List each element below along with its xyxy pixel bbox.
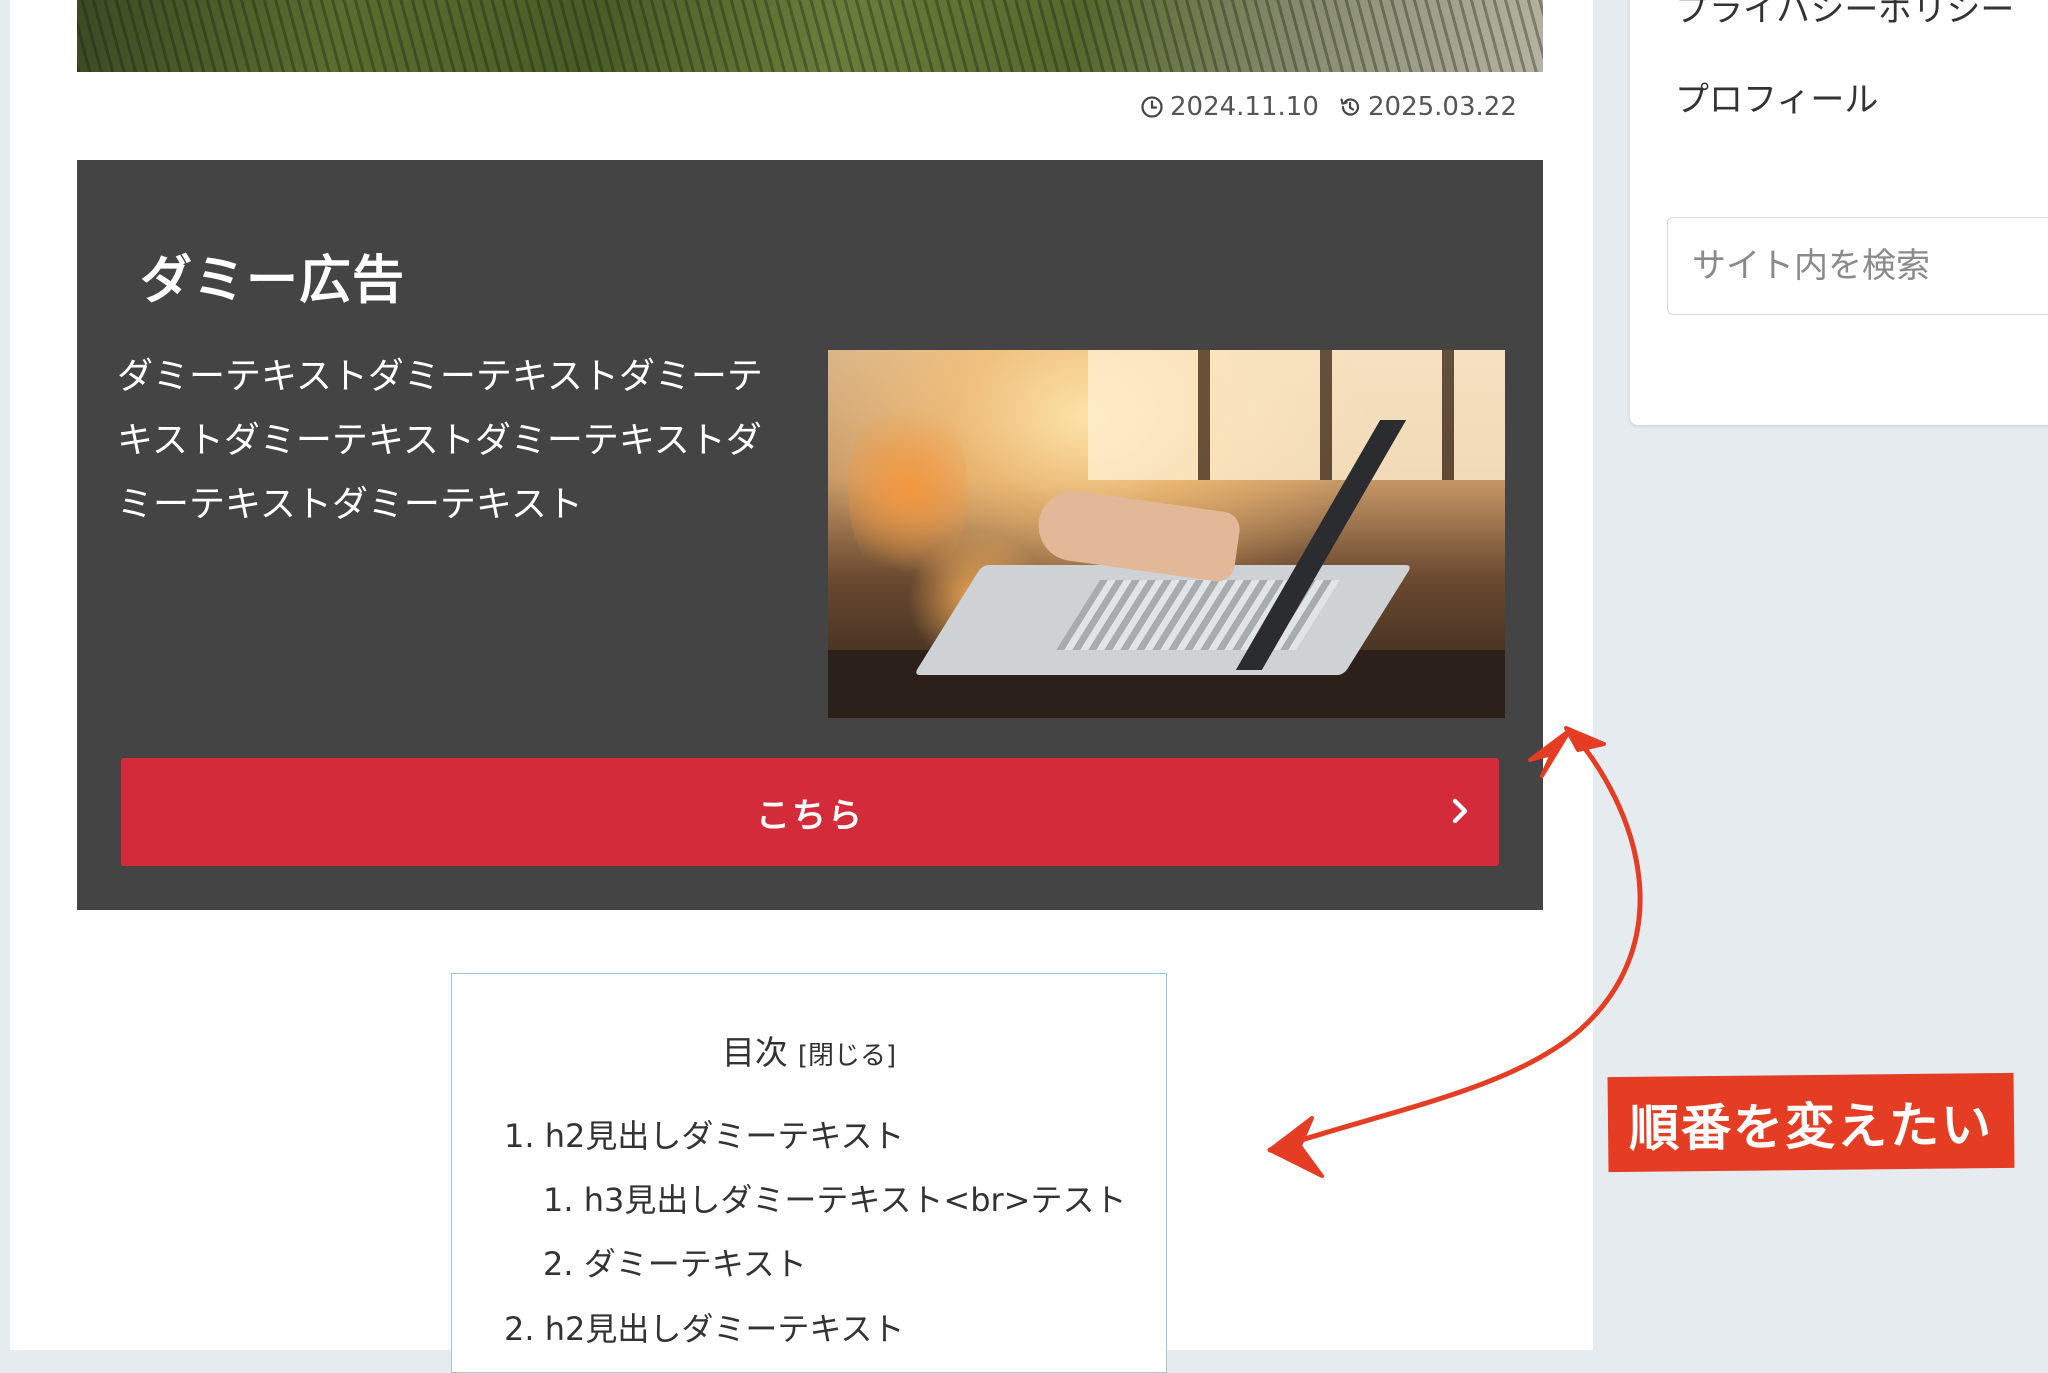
- published-date-text: 2024.11.10: [1170, 92, 1319, 122]
- main-content: 2024.11.10 2025.03.22 ダミー広告 ダミーテキストダミーテキ…: [0, 0, 1593, 1373]
- ad-cta-label: こちら: [756, 795, 864, 836]
- updated-date: 2025.03.22: [1338, 92, 1517, 122]
- ad-image: [828, 350, 1505, 718]
- ad-block: ダミー広告 ダミーテキストダミーテキストダミーテキストダミーテキストダミーテキス…: [77, 160, 1543, 910]
- toc-item[interactable]: 1. h2見出しダミーテキスト: [504, 1111, 904, 1157]
- sidebar-link-privacy[interactable]: プライバシーポリシー: [1675, 0, 2014, 31]
- published-date: 2024.11.10: [1140, 92, 1319, 122]
- ad-text: ダミーテキストダミーテキストダミーテキストダミーテキストダミーテキストダミーテキ…: [117, 356, 763, 525]
- updated-date-text: 2025.03.22: [1368, 92, 1517, 122]
- annotation-label: 順番を変えたい: [1607, 1072, 2015, 1173]
- toc-toggle-link[interactable]: [閉じる]: [798, 1041, 896, 1071]
- search-input[interactable]: [1667, 217, 2048, 315]
- sidebar-link-profile[interactable]: プロフィール: [1675, 72, 1878, 121]
- toc-item[interactable]: 2. ダミーテキスト: [543, 1239, 807, 1285]
- ad-title: ダミー広告: [140, 251, 406, 311]
- chevron-right-icon: [1452, 798, 1468, 824]
- toc-title: 目次: [721, 1033, 788, 1072]
- sidebar-widget: プライバシーポリシー プロフィール: [1630, 0, 2048, 425]
- clock-icon: [1141, 96, 1163, 118]
- toc-item[interactable]: 1. h3見出しダミーテキスト<br>テスト: [543, 1175, 1126, 1221]
- toc-header: 目次 [閉じる]: [452, 1026, 1166, 1074]
- table-of-contents: 目次 [閉じる] 1. h2見出しダミーテキスト 1. h3見出しダミーテキスト<…: [451, 973, 1167, 1373]
- hero-image: [77, 0, 1543, 72]
- history-icon: [1340, 98, 1360, 116]
- ad-cta-button[interactable]: こちら: [121, 758, 1499, 866]
- toc-item[interactable]: 2. h2見出しダミーテキスト: [504, 1304, 904, 1350]
- post-dates: 2024.11.10 2025.03.22: [0, 92, 1593, 132]
